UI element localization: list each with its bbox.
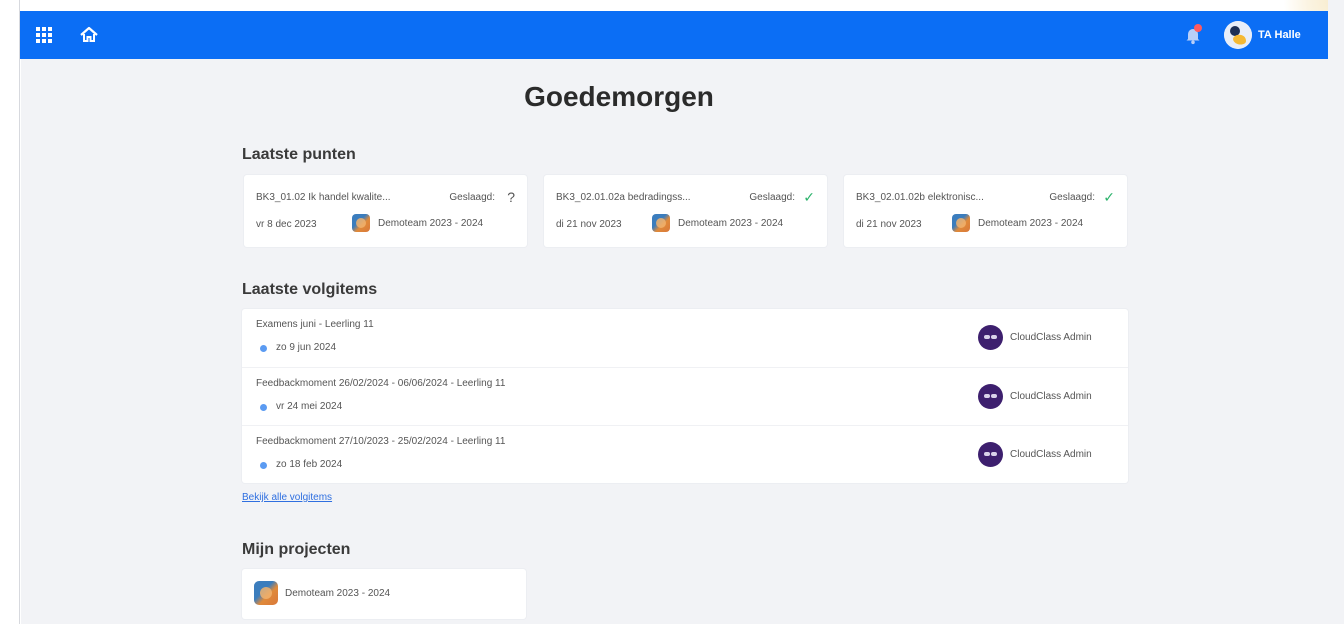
team-name: Demoteam 2023 - 2024	[978, 217, 1084, 229]
notifications-bell-icon[interactable]	[1182, 24, 1204, 46]
follow-item-title: Feedbackmoment 27/10/2023 - 25/02/2024 -…	[256, 436, 506, 447]
follow-item[interactable]: Feedbackmoment 26/02/2024 - 06/06/2024 -…	[242, 367, 1128, 425]
status-dot-icon	[260, 462, 267, 469]
point-status: Geslaagd:	[1049, 192, 1095, 203]
user-menu[interactable]: TA Halle	[1224, 21, 1301, 49]
follow-item-date: zo 9 jun 2024	[276, 342, 337, 353]
point-name: BK3_01.02 Ik handel kwalite...	[256, 192, 391, 203]
dashboard-content: Goedemorgen Laatste punten BK3_01.02 Ik …	[21, 59, 1328, 624]
point-name: BK3_02.01.02b elektronisc...	[856, 192, 984, 203]
window-top-margin	[0, 0, 1344, 11]
status-dot-icon	[260, 345, 267, 352]
point-name: BK3_02.01.02a bedradingss...	[556, 192, 691, 203]
admin-avatar-icon	[978, 442, 1003, 467]
follow-item-title: Feedbackmoment 26/02/2024 - 06/06/2024 -…	[256, 378, 506, 389]
team-name: Demoteam 2023 - 2024	[678, 217, 784, 229]
follow-item-author: CloudClass Admin	[978, 325, 1092, 350]
team-name: Demoteam 2023 - 2024	[378, 217, 484, 229]
follow-item-author: CloudClass Admin	[978, 384, 1092, 409]
latest-points-title: Laatste punten	[242, 146, 356, 163]
point-card[interactable]: BK3_02.01.02a bedradingss... Geslaagd: ✓…	[544, 175, 827, 247]
project-logo-icon	[254, 581, 278, 605]
point-status: Geslaagd:	[449, 192, 495, 203]
author-name: CloudClass Admin	[1010, 391, 1092, 402]
checkmark-icon: ✓	[803, 189, 815, 205]
follow-item[interactable]: Examens juni - Leerling 11 zo 9 jun 2024…	[242, 309, 1128, 367]
point-status: Geslaagd:	[749, 192, 795, 203]
admin-avatar-icon	[978, 384, 1003, 409]
team-logo-icon	[952, 214, 970, 232]
point-date: vr 8 dec 2023	[256, 219, 317, 230]
right-edge	[1328, 0, 1344, 624]
my-projects-title: Mijn projecten	[242, 541, 351, 558]
follow-item-date: vr 24 mei 2024	[276, 401, 343, 412]
notification-badge	[1194, 24, 1202, 32]
top-navigation-bar: TA Halle	[20, 11, 1328, 59]
left-edge	[0, 0, 20, 624]
status-dot-icon	[260, 404, 267, 411]
point-date: di 21 nov 2023	[856, 219, 922, 230]
point-team: Demoteam 2023 - 2024	[352, 214, 483, 232]
project-name: Demoteam 2023 - 2024	[285, 588, 391, 599]
question-mark-icon: ?	[507, 189, 515, 205]
follow-item-title: Examens juni - Leerling 11	[256, 319, 374, 330]
point-team: Demoteam 2023 - 2024	[952, 214, 1083, 232]
author-name: CloudClass Admin	[1010, 332, 1092, 343]
point-card[interactable]: BK3_01.02 Ik handel kwalite... Geslaagd:…	[244, 175, 527, 247]
point-date: di 21 nov 2023	[556, 219, 622, 230]
admin-avatar-icon	[978, 325, 1003, 350]
user-avatar	[1224, 21, 1252, 49]
follow-items-list: Examens juni - Leerling 11 zo 9 jun 2024…	[242, 309, 1128, 483]
follow-item-author: CloudClass Admin	[978, 442, 1092, 467]
project-card[interactable]: Demoteam 2023 - 2024	[242, 569, 526, 619]
greeting-heading: Goedemorgen	[524, 81, 714, 112]
author-name: CloudClass Admin	[1010, 449, 1092, 460]
point-team: Demoteam 2023 - 2024	[652, 214, 783, 232]
home-icon[interactable]	[78, 24, 100, 46]
view-all-follow-items-link[interactable]: Bekijk alle volgitems	[242, 492, 332, 503]
team-logo-icon	[652, 214, 670, 232]
apps-grid-icon[interactable]	[36, 27, 52, 43]
latest-follow-items-title: Laatste volgitems	[242, 281, 378, 298]
point-card[interactable]: BK3_02.01.02b elektronisc... Geslaagd: ✓…	[844, 175, 1127, 247]
follow-item[interactable]: Feedbackmoment 27/10/2023 - 25/02/2024 -…	[242, 425, 1128, 483]
team-logo-icon	[352, 214, 370, 232]
user-name: TA Halle	[1258, 29, 1301, 41]
checkmark-icon: ✓	[1103, 189, 1115, 205]
follow-item-date: zo 18 feb 2024	[276, 459, 343, 470]
